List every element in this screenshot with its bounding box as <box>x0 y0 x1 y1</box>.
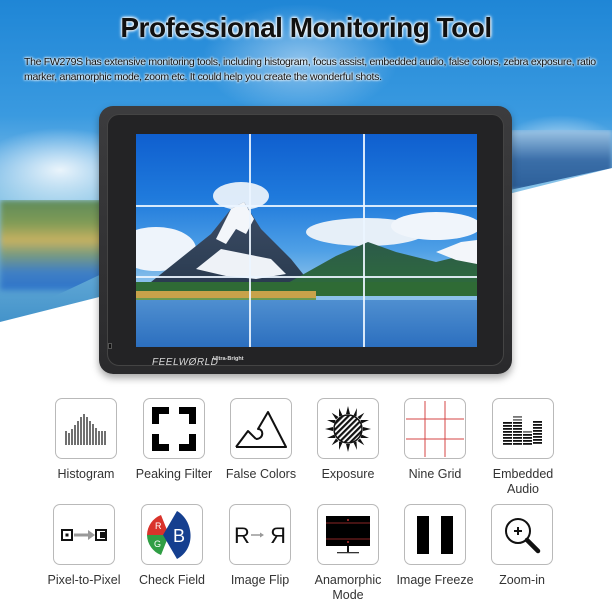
feature-image-flip: R R Image Flip <box>216 504 304 588</box>
feature-label: Histogram <box>57 467 115 481</box>
description: The FW279S has extensive monitoring tool… <box>24 56 596 83</box>
feature-histogram: Histogram <box>42 398 130 482</box>
nine-grid-icon <box>406 400 464 457</box>
feature-label: Anamorphic Mode <box>314 573 382 602</box>
feature-label: Embedded Audio <box>492 467 554 496</box>
feature-label: Nine Grid <box>408 467 462 481</box>
feature-icon-box <box>55 398 117 459</box>
feature-image-freeze: Image Freeze <box>391 504 479 588</box>
grid-line <box>136 276 477 278</box>
sensor-icon <box>108 343 112 349</box>
anamorphic-mode-icon <box>326 515 370 553</box>
histogram-icon <box>65 413 106 445</box>
feature-label: Image Freeze <box>396 573 474 587</box>
feature-nine-grid: Nine Grid <box>391 398 479 482</box>
letter-flipped: R <box>270 523 286 547</box>
monitor-screen <box>136 134 477 347</box>
letter-original: R <box>234 523 250 547</box>
feature-label: Image Flip <box>230 573 290 587</box>
zoom-in-icon <box>505 517 541 553</box>
check-field-icon: R G B <box>147 510 191 559</box>
feature-false-colors: False Colors <box>217 398 305 482</box>
feature-peaking-filter: Peaking Filter <box>130 398 218 482</box>
feature-icon-box <box>404 504 466 565</box>
lake <box>136 300 477 347</box>
feature-label: Peaking Filter <box>135 467 213 481</box>
feature-icon-box: R R <box>229 504 291 565</box>
feature-icon-box <box>143 398 205 459</box>
feature-label: Exposure <box>321 467 375 481</box>
pixel-to-pixel-icon <box>61 528 107 541</box>
feature-exposure: Exposure <box>304 398 392 482</box>
feature-icon-box <box>492 398 554 459</box>
feature-icon-box <box>317 398 379 459</box>
letter-b: B <box>173 526 185 546</box>
feature-label: Check Field <box>139 573 205 587</box>
image-freeze-icon <box>417 515 453 554</box>
feature-icon-box <box>491 504 553 565</box>
feature-icon-box <box>317 504 379 565</box>
false-colors-icon <box>235 410 287 448</box>
page-title: Professional Monitoring Tool <box>120 12 492 43</box>
feature-label: Zoom-in <box>499 573 545 587</box>
feature-label: False Colors <box>225 467 297 481</box>
letter-r: R <box>155 521 162 531</box>
embedded-audio-icon <box>503 415 542 445</box>
feature-icon-box <box>230 398 292 459</box>
brand-badge: Ultra-Bright <box>213 356 244 362</box>
feature-embedded-audio: Embedded Audio <box>479 398 567 497</box>
hero-landscape-left <box>0 200 110 290</box>
letter-g: G <box>154 539 161 549</box>
hero-landscape-right <box>510 130 612 190</box>
feature-pixel-to-pixel: Pixel-to-Pixel <box>40 504 128 588</box>
peaking-filter-icon <box>152 406 196 451</box>
landscape-image <box>136 182 477 347</box>
feature-zoom-in: Zoom-in <box>478 504 566 588</box>
brand-logo: FEELWØRLD <box>152 357 219 368</box>
feature-anamorphic-mode: Anamorphic Mode <box>304 504 392 603</box>
exposure-icon <box>325 405 371 452</box>
grid-line <box>249 134 251 347</box>
feature-label: Pixel-to-Pixel <box>47 573 121 587</box>
feature-icon-box <box>53 504 115 565</box>
cloud <box>391 212 477 240</box>
grid-line <box>136 205 477 207</box>
grid-line <box>363 134 365 347</box>
feature-icon-box: R G B <box>141 504 203 565</box>
feature-check-field: R G B Check Field <box>128 504 216 588</box>
image-flip-icon: R R <box>234 523 286 547</box>
feature-icon-box <box>404 398 466 459</box>
